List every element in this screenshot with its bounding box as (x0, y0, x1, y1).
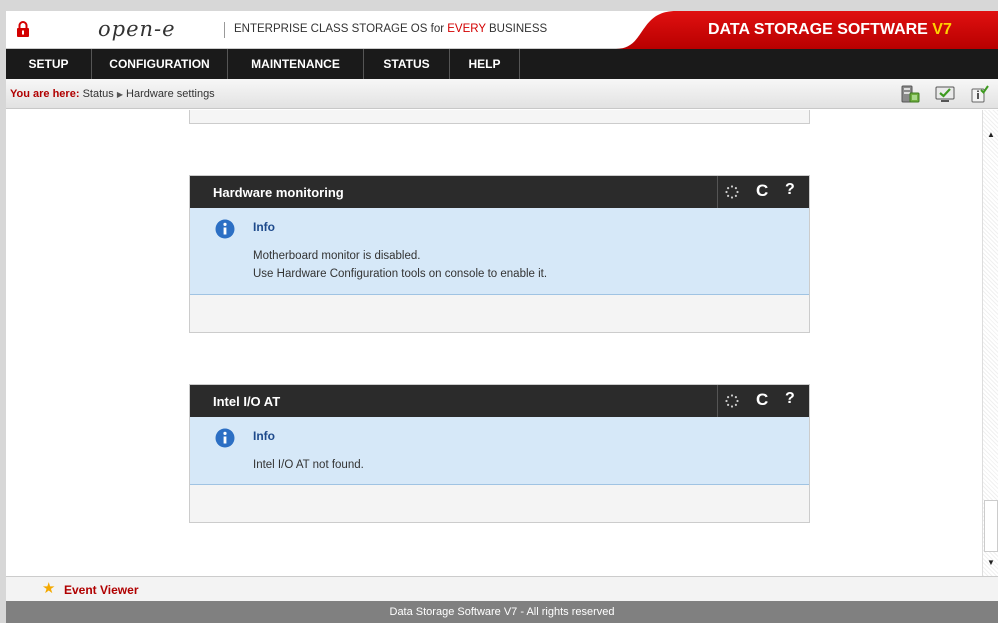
main-menu: SETUP CONFIGURATION MAINTENANCE STATUS H… (6, 49, 998, 79)
tagline-suffix: BUSINESS (485, 23, 548, 35)
panel-controls: C ? (717, 176, 809, 208)
menu-configuration[interactable]: CONFIGURATION (92, 49, 228, 79)
info-title: Info (253, 429, 275, 443)
panel-footer (190, 485, 809, 522)
content-area: Hardware monitoring C ? Info Motherboard (6, 110, 982, 576)
breadcrumb-label: You are here: (10, 88, 80, 100)
previous-panel-footer (189, 110, 810, 124)
tagline-prefix: ENTERPRISE CLASS STORAGE OS for (234, 23, 448, 35)
open-e-logo: open-e (98, 17, 176, 41)
window-top-strip (0, 0, 998, 11)
panel-title: Intel I/O AT (213, 394, 281, 409)
loading-spinner-icon (725, 185, 739, 199)
content-scrollbar[interactable]: ▲ ▼ (982, 110, 998, 576)
header-tagline: ENTERPRISE CLASS STORAGE OS for EVERY BU… (234, 23, 547, 35)
panel-controls: C ? (717, 385, 809, 417)
loading-spinner-icon (725, 394, 739, 408)
scroll-up-arrow-icon[interactable]: ▲ (984, 128, 998, 142)
refresh-icon[interactable]: C (756, 390, 768, 410)
refresh-icon[interactable]: C (756, 181, 768, 201)
brand-name: DATA STORAGE SOFTWARE (708, 21, 933, 38)
info-text-line: Use Hardware Configuration tools on cons… (253, 268, 548, 280)
scrollbar-thumb[interactable] (984, 500, 998, 552)
brand-version: V7 (932, 21, 952, 38)
menu-setup[interactable]: SETUP (6, 49, 92, 79)
brand-banner: DATA STORAGE SOFTWARE V7 (616, 11, 998, 49)
storage-status-icon[interactable] (899, 84, 921, 104)
scroll-down-arrow-icon[interactable]: ▼ (984, 556, 998, 570)
info-title: Info (253, 220, 275, 234)
info-icon (215, 428, 235, 448)
info-text-line: Motherboard monitor is disabled. (253, 250, 421, 262)
intel-ioat-panel: Intel I/O AT C ? Info Intel I/O AT not f… (189, 384, 810, 523)
event-viewer-bar: ★ Event Viewer (6, 576, 998, 601)
info-check-icon[interactable] (968, 84, 990, 104)
footer-copyright: Data Storage Software V7 - All rights re… (389, 606, 615, 618)
breadcrumb-item-hardware-settings: Hardware settings (126, 88, 215, 100)
panel-header: Hardware monitoring C ? (190, 176, 809, 208)
help-icon[interactable]: ? (785, 390, 795, 408)
menu-status[interactable]: STATUS (364, 49, 450, 79)
menu-help[interactable]: HELP (450, 49, 520, 79)
app-header: open-e ENTERPRISE CLASS STORAGE OS for E… (6, 11, 998, 49)
breadcrumb: You are here: Status ▶ Hardware settings (10, 88, 215, 100)
info-box: Info Intel I/O AT not found. (190, 417, 809, 485)
hardware-monitoring-panel: Hardware monitoring C ? Info Motherboard (189, 175, 810, 333)
brand-title: DATA STORAGE SOFTWARE V7 (708, 21, 952, 39)
event-viewer-link[interactable]: Event Viewer (64, 583, 138, 597)
breadcrumb-item-status[interactable]: Status (83, 88, 114, 100)
panel-title: Hardware monitoring (213, 185, 344, 200)
header-divider (224, 22, 225, 38)
info-text-line: Intel I/O AT not found. (253, 459, 364, 471)
menu-maintenance[interactable]: MAINTENANCE (228, 49, 364, 79)
star-icon: ★ (42, 580, 56, 597)
tagline-emphasis: EVERY (447, 23, 486, 35)
info-icon (215, 219, 235, 239)
breadcrumb-arrow-icon: ▶ (116, 90, 123, 99)
info-box: Info Motherboard monitor is disabled. Us… (190, 208, 809, 295)
page-footer: Data Storage Software V7 - All rights re… (6, 601, 998, 623)
monitor-check-icon[interactable] (934, 84, 956, 104)
breadcrumb-bar: You are here: Status ▶ Hardware settings (6, 79, 998, 109)
help-icon[interactable]: ? (785, 181, 795, 199)
panel-header: Intel I/O AT C ? (190, 385, 809, 417)
panel-footer (190, 295, 809, 332)
lock-icon[interactable] (16, 21, 30, 37)
